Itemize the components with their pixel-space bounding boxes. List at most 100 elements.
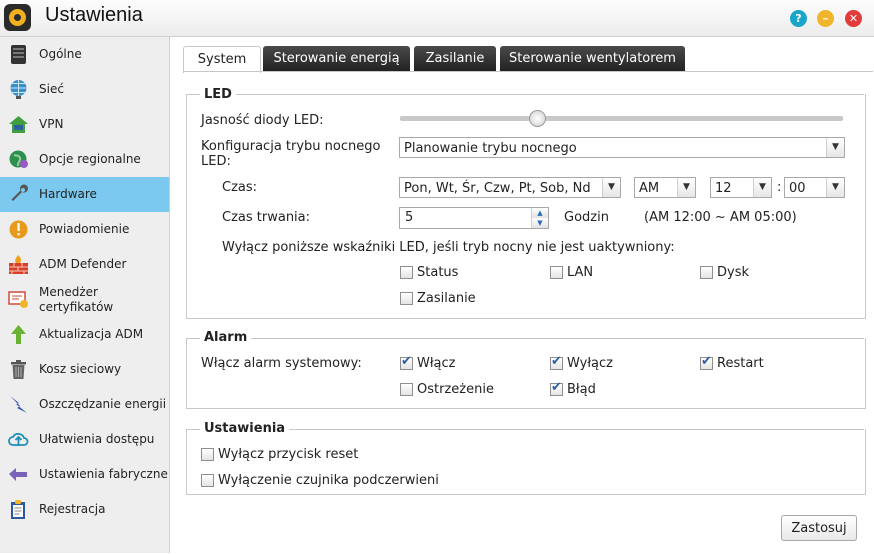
close-button[interactable]: ✕ (845, 10, 862, 27)
alarm-section (186, 338, 866, 409)
sidebar-item-energy-saving[interactable]: Oszczędzanie energii (0, 387, 169, 422)
sidebar-item-label: Hardware (39, 187, 97, 201)
alarm-warning-checkbox[interactable] (400, 383, 413, 396)
sidebar-item-hardware[interactable]: Hardware (0, 177, 169, 212)
sidebar-item-label: Opcje regionalne (39, 152, 141, 166)
night-mode-select[interactable]: Planowanie trybu nocnego ▼ (399, 137, 845, 158)
lan-checkbox[interactable] (550, 266, 563, 279)
settings-app-icon (4, 4, 31, 31)
sidebar-item-label: ADM Defender (39, 257, 127, 271)
alarm-enable-label: Włącz alarm systemowy: (201, 356, 362, 371)
disable-reset-label: Wyłącz przycisk reset (218, 447, 359, 462)
days-value: Pon, Wt, Śr, Czw, Pt, Sob, Nd (404, 181, 591, 196)
sidebar-item-factory-reset[interactable]: Ustawienia fabryczne (0, 457, 169, 492)
duration-label: Czas trwania: (222, 210, 311, 225)
update-arrow-icon (11, 325, 26, 344)
sidebar-item-notification[interactable]: Powiadomienie (0, 212, 169, 247)
lan-checkbox-label: LAN (567, 265, 594, 280)
help-button[interactable]: ? (790, 10, 807, 27)
window-title: Ustawienia (45, 4, 143, 26)
ampm-select[interactable]: AM ▼ (634, 177, 696, 198)
alarm-restart-checkbox[interactable] (700, 354, 713, 370)
sidebar-item-label: Ustawienia fabryczne (39, 467, 168, 481)
tab-power-supply[interactable]: Zasilanie (414, 46, 496, 71)
night-mode-value: Planowanie trybu nocnego (404, 141, 577, 156)
chevron-down-icon: ▼ (826, 138, 844, 157)
sidebar-item-adm-update[interactable]: Aktualizacja ADM (0, 317, 169, 352)
tab-power-control[interactable]: Sterowanie energią (263, 46, 410, 71)
certificate-icon (8, 291, 28, 308)
clipboard-icon (11, 500, 25, 519)
wrench-icon (11, 184, 28, 201)
cloud-upload-icon (8, 432, 29, 446)
chevron-down-icon: ▼ (602, 178, 620, 197)
disk-checkbox[interactable] (700, 266, 713, 279)
sidebar-item-label: VPN (39, 117, 64, 131)
night-mode-label: Konfiguracja trybu nocnego (201, 139, 381, 154)
sidebar-item-label: Powiadomienie (39, 222, 130, 236)
led-brightness-slider-track[interactable] (400, 116, 843, 121)
back-arrow-icon (9, 468, 27, 481)
stepper-down-icon[interactable]: ▼ (531, 218, 548, 228)
apply-button[interactable]: Zastosuj (781, 515, 857, 541)
chevron-down-icon: ▼ (753, 178, 771, 197)
hour-select[interactable]: 12 ▼ (710, 177, 772, 198)
duration-value: 5 (405, 210, 414, 225)
days-select[interactable]: Pon, Wt, Śr, Czw, Pt, Sob, Nd ▼ (399, 177, 621, 198)
sidebar-item-registration[interactable]: Rejestracja (0, 492, 169, 527)
firewall-icon (9, 255, 28, 274)
sidebar-item-general[interactable]: Ogólne (0, 37, 169, 72)
led-section-title: LED (200, 87, 236, 102)
sidebar-item-label: Kosz sieciowy (39, 362, 122, 376)
sidebar-item-accessibility[interactable]: Ułatwienia dostępu (0, 422, 169, 457)
ampm-value: AM (639, 181, 660, 196)
minute-select[interactable]: 00 ▼ (784, 177, 845, 198)
alarm-warning-label: Ostrzeżenie (417, 382, 494, 397)
disable-ir-label: Wyłączenie czujnika podczerwieni (218, 473, 439, 488)
sidebar-item-label-line2: certyfikatów (39, 300, 114, 314)
nas-device-icon (11, 45, 26, 64)
night-mode-label-line2: LED: (201, 154, 231, 169)
alarm-section-title: Alarm (200, 330, 252, 345)
sidebar-item-vpn[interactable]: VPN (0, 107, 169, 142)
sidebar-item-label: Rejestracja (39, 502, 106, 516)
tab-system[interactable]: System (183, 46, 261, 73)
settings-section-title: Ustawienia (200, 421, 290, 436)
led-disable-note: Wyłącz poniższe wskaźniki LED, jeśli try… (222, 240, 675, 255)
alarm-power-off-checkbox[interactable] (550, 354, 563, 370)
vpn-house-icon (9, 116, 28, 133)
tab-fan-control[interactable]: Sterowanie wentylatorem (500, 46, 685, 71)
sidebar-item-label: Menedżer (39, 285, 98, 299)
alarm-power-off-label: Wyłącz (567, 356, 613, 371)
alarm-power-on-label: Włącz (417, 356, 456, 371)
sidebar: Ogólne Sieć VPN Opcje regionalne Hardwar… (0, 37, 170, 553)
chevron-down-icon: ▼ (677, 178, 695, 197)
regional-globe-icon (9, 150, 28, 168)
stepper-up-icon[interactable]: ▲ (531, 208, 548, 218)
duration-stepper[interactable]: 5 ▲ ▼ (399, 207, 549, 229)
lightning-icon (10, 396, 27, 413)
sidebar-item-regional[interactable]: Opcje regionalne (0, 142, 169, 177)
sidebar-item-network[interactable]: Sieć (0, 72, 169, 107)
sidebar-item-label: Ułatwienia dostępu (39, 432, 155, 446)
sidebar-item-label: Ogólne (39, 47, 82, 61)
duration-range: (AM 12:00 ~ AM 05:00) (644, 210, 797, 225)
sidebar-item-network-recycle-bin[interactable]: Kosz sieciowy (0, 352, 169, 387)
sidebar-item-adm-defender[interactable]: ADM Defender (0, 247, 169, 282)
disable-ir-checkbox[interactable] (201, 474, 214, 487)
sidebar-item-certificates[interactable]: Menedżer certyfikatów (0, 282, 169, 317)
power-checkbox-label: Zasilanie (417, 291, 476, 306)
disk-checkbox-label: Dysk (717, 265, 750, 280)
disable-reset-checkbox[interactable] (201, 448, 214, 461)
status-checkbox-label: Status (417, 265, 459, 280)
alarm-power-on-checkbox[interactable] (400, 354, 413, 370)
time-colon: : (777, 180, 782, 195)
sidebar-item-label: Aktualizacja ADM (39, 327, 144, 341)
status-checkbox[interactable] (400, 266, 413, 279)
minimize-button[interactable]: – (817, 10, 834, 27)
power-checkbox[interactable] (400, 292, 413, 305)
minute-value: 00 (789, 181, 806, 196)
led-brightness-label: Jasność diody LED: (201, 113, 324, 128)
time-label: Czas: (222, 180, 258, 195)
alarm-error-checkbox[interactable] (550, 380, 563, 396)
